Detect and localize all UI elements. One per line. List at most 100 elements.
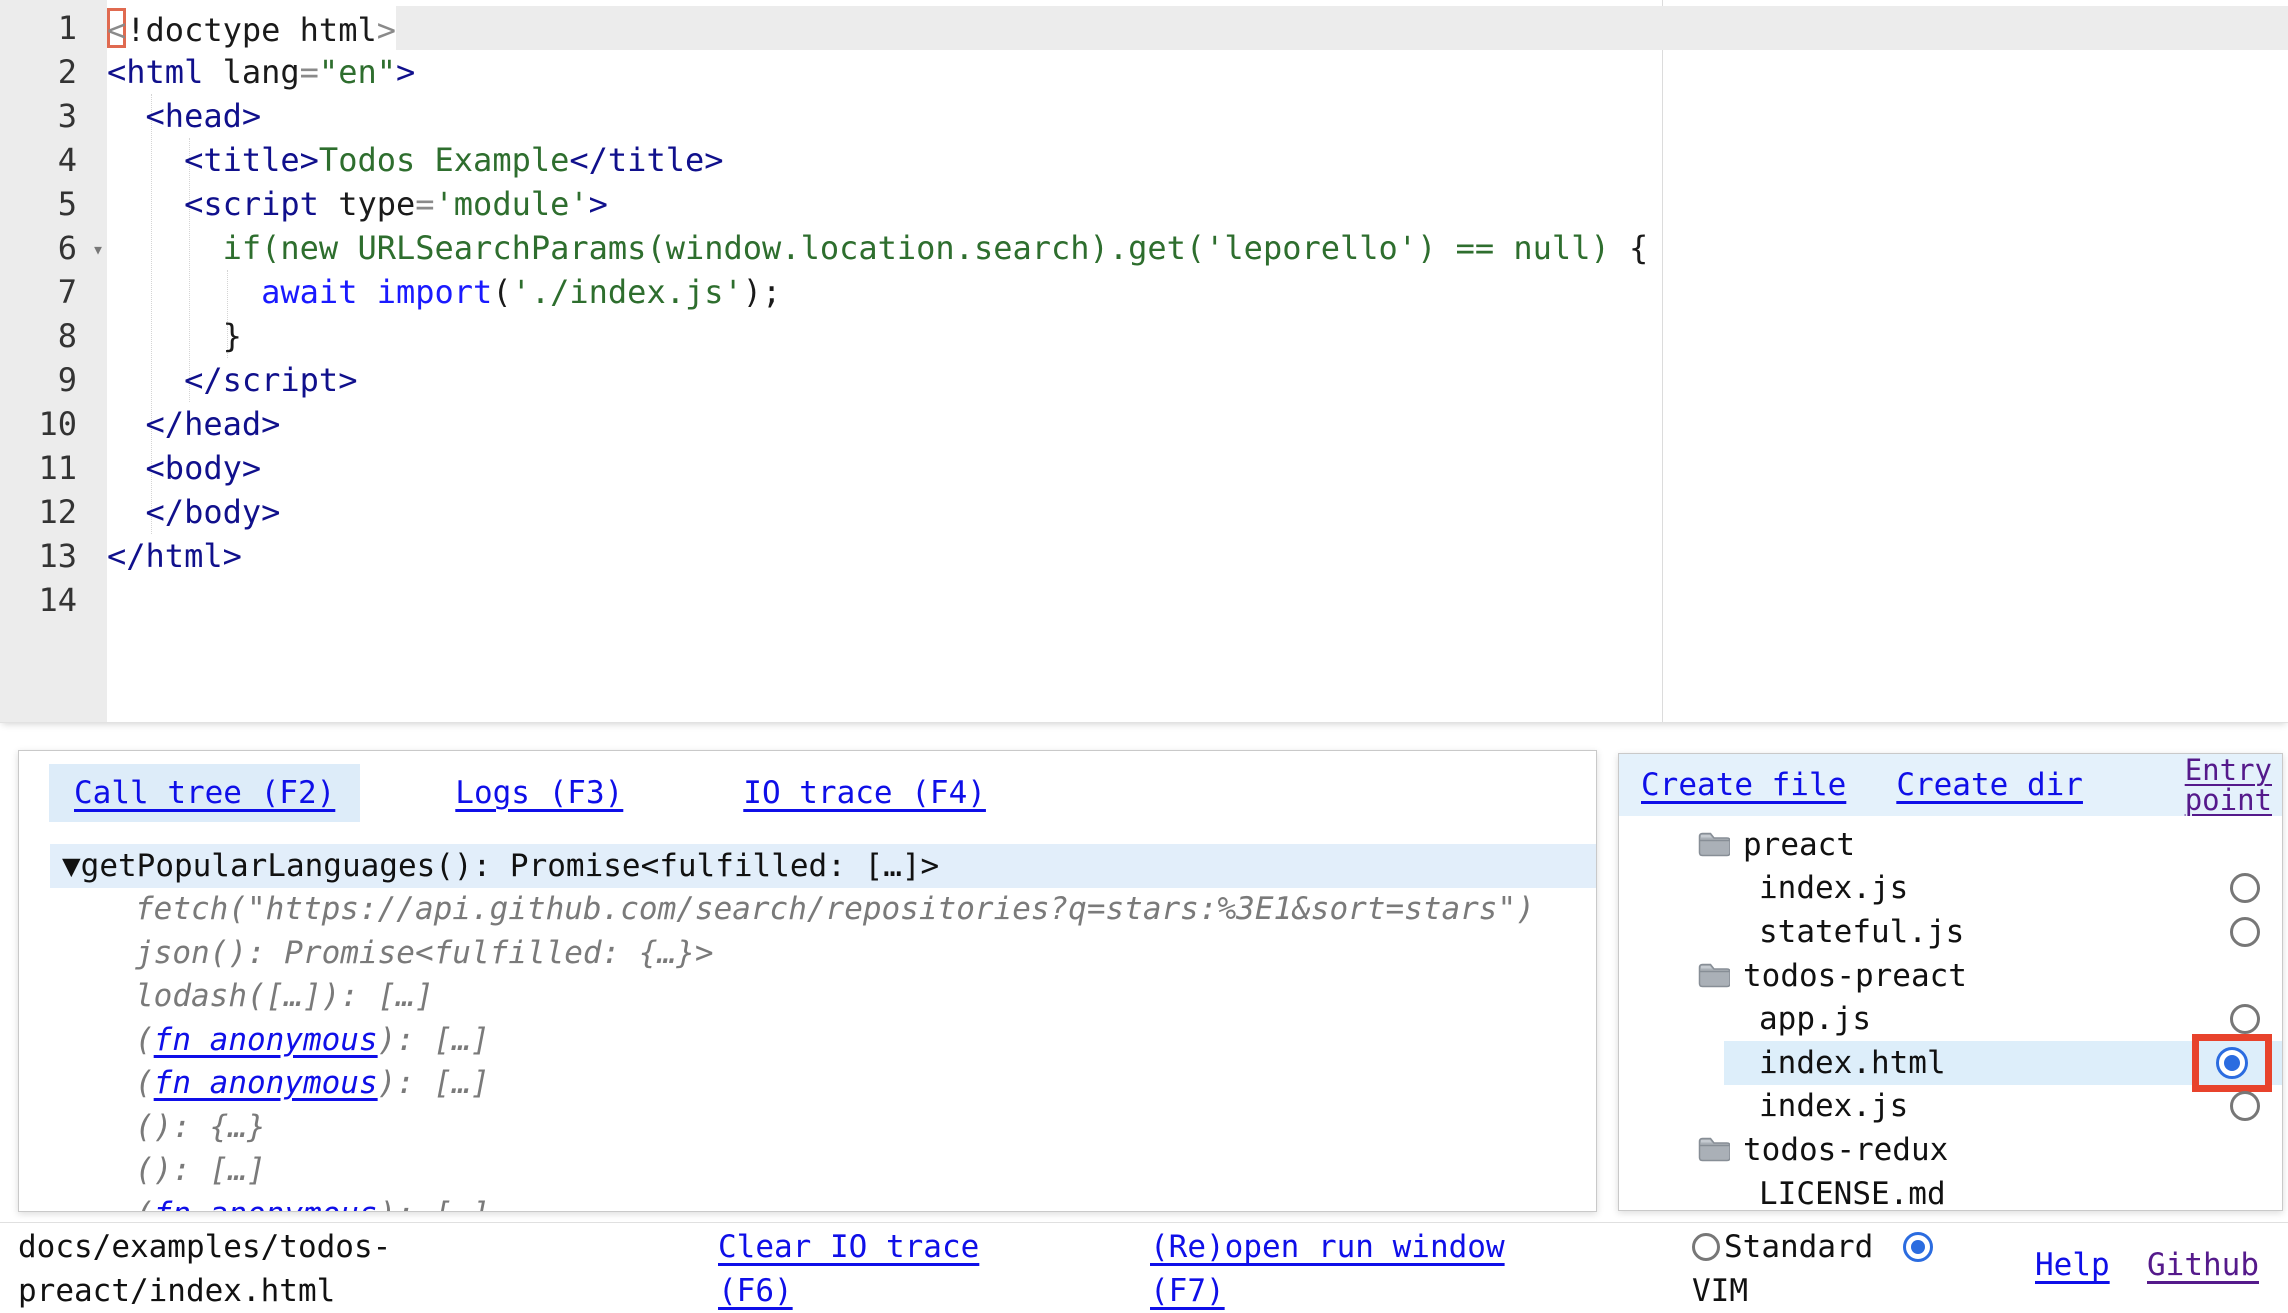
code-line[interactable]: 9 </script> bbox=[0, 358, 2288, 402]
entry-point-radio[interactable] bbox=[2230, 917, 2260, 947]
dir-row-todos-preact[interactable]: todos-preact bbox=[1619, 954, 2282, 998]
call-tree-row[interactable]: lodash([…]): […] bbox=[19, 975, 1596, 1019]
code-token bbox=[357, 273, 376, 311]
code-line[interactable]: 11 <body> bbox=[0, 446, 2288, 490]
code-line[interactable]: 10 </head> bbox=[0, 402, 2288, 446]
reopen-run-window-button[interactable]: (Re)open run window (F7) bbox=[1150, 1225, 1532, 1313]
code-token: <body> bbox=[146, 449, 262, 487]
tab-call-tree-f2[interactable]: Call tree (F2) bbox=[49, 764, 360, 822]
call-tree-row[interactable]: fetch("https://api.github.com/search/rep… bbox=[19, 888, 1596, 932]
code-text: <script type='module'> bbox=[107, 182, 608, 226]
code-token: import bbox=[377, 273, 493, 311]
tab-logs-f3[interactable]: Logs (F3) bbox=[430, 764, 648, 822]
line-number: 5 bbox=[0, 182, 107, 226]
code-token bbox=[107, 185, 184, 223]
code-text: await import('./index.js'); bbox=[107, 270, 781, 314]
call-tree-row[interactable]: (): […] bbox=[19, 1149, 1596, 1193]
code-token: > bbox=[377, 11, 396, 49]
file-name: app.js bbox=[1759, 1001, 1871, 1037]
code-line[interactable]: 4 <title>Todos Example</title> bbox=[0, 138, 2288, 182]
code-line[interactable]: 5 <script type='module'> bbox=[0, 182, 2288, 226]
code-token: !doctype html bbox=[126, 11, 376, 49]
vim-keymap-radio[interactable] bbox=[1903, 1232, 1933, 1262]
dir-row-todos-redux[interactable]: todos-redux bbox=[1619, 1128, 2282, 1172]
fn-anonymous-link[interactable]: fn_anonymous bbox=[154, 1022, 378, 1058]
code-token: </body> bbox=[146, 493, 281, 531]
fold-arrow-icon[interactable]: ▾ bbox=[92, 227, 104, 271]
file-name: index.js bbox=[1759, 870, 1908, 906]
create-dir-link[interactable]: Create dir bbox=[1896, 767, 2083, 803]
file-name: LICENSE.md bbox=[1759, 1176, 1946, 1211]
tab-io-trace-f4[interactable]: IO trace (F4) bbox=[718, 764, 1011, 822]
code-line[interactable]: 13</html> bbox=[0, 534, 2288, 578]
call-tree-row[interactable]: (fn_anonymous): […] bbox=[19, 1019, 1596, 1063]
code-token: </script> bbox=[184, 361, 357, 399]
code-token bbox=[107, 449, 146, 487]
line-number: 4 bbox=[0, 138, 107, 182]
file-name: stateful.js bbox=[1759, 914, 1964, 950]
entry-point-radio[interactable] bbox=[2230, 1004, 2260, 1034]
standard-keymap-label: Standard bbox=[1724, 1225, 1873, 1269]
code-line[interactable]: 12 </body> bbox=[0, 490, 2288, 534]
code-editor[interactable]: 1<!doctype html>2<html lang="en">3 <head… bbox=[0, 0, 2288, 723]
file-name: todos-preact bbox=[1743, 958, 1967, 994]
file-name: index.html bbox=[1759, 1045, 1946, 1081]
entry-point-radio[interactable] bbox=[2230, 1091, 2260, 1121]
clear-io-trace-button[interactable]: Clear IO trace (F6) bbox=[718, 1225, 1018, 1313]
standard-keymap-radio[interactable] bbox=[1692, 1233, 1720, 1261]
code-token: <head> bbox=[146, 97, 262, 135]
code-text: <head> bbox=[107, 94, 261, 138]
entry-point-radio[interactable] bbox=[2230, 873, 2260, 903]
code-text: } bbox=[107, 314, 242, 358]
code-line[interactable]: 7 await import('./index.js'); bbox=[0, 270, 2288, 314]
call-tree-row[interactable]: (fn_anonymous): […] bbox=[19, 1193, 1596, 1213]
code-line[interactable]: 14 bbox=[0, 578, 2288, 622]
call-text: ): […] bbox=[378, 1196, 490, 1213]
code-line[interactable]: 3 <head> bbox=[0, 94, 2288, 138]
code-line[interactable]: 2<html lang="en"> bbox=[0, 50, 2288, 94]
call-tree-row[interactable]: (): {…} bbox=[19, 1106, 1596, 1150]
folder-icon bbox=[1697, 962, 1730, 989]
entry-point-path: docs/examples/todos-preact/index.html bbox=[18, 1225, 413, 1313]
file-row-license-md[interactable]: LICENSE.md bbox=[1619, 1172, 2282, 1211]
code-text: </script> bbox=[107, 358, 357, 402]
code-token: if(new URLSearchParams(window.location.s… bbox=[223, 229, 1629, 267]
file-panel-header: Create file Create dir Entry point bbox=[1619, 754, 2282, 816]
github-link[interactable]: Github bbox=[2147, 1243, 2259, 1287]
fn-anonymous-link[interactable]: fn_anonymous bbox=[154, 1065, 378, 1101]
code-token: ); bbox=[743, 273, 782, 311]
fn-anonymous-link[interactable]: fn_anonymous bbox=[154, 1196, 378, 1213]
call-tree: ▼getPopularLanguages(): Promise<fulfille… bbox=[19, 844, 1596, 1212]
dir-row-preact[interactable]: preact bbox=[1619, 823, 2282, 867]
code-token: 'module' bbox=[435, 185, 589, 223]
file-row-index-js[interactable]: index.js bbox=[1619, 1085, 2282, 1129]
file-row-app-js[interactable]: app.js bbox=[1619, 997, 2282, 1041]
call-tree-row[interactable]: (fn_anonymous): […] bbox=[19, 1062, 1596, 1106]
code-line[interactable]: 8 } bbox=[0, 314, 2288, 358]
help-link[interactable]: Help bbox=[2035, 1243, 2110, 1287]
entry-point-radio[interactable] bbox=[2216, 1047, 2248, 1079]
code-token bbox=[107, 141, 184, 179]
code-token: await bbox=[261, 273, 357, 311]
entry-point-highlight-box bbox=[2192, 1034, 2272, 1092]
call-tree-row[interactable]: json(): Promise<fulfilled: {…}> bbox=[19, 932, 1596, 976]
code-text: <!doctype html> bbox=[107, 6, 396, 50]
code-line[interactable]: 1<!doctype html> bbox=[0, 6, 2288, 50]
call-text: ( bbox=[135, 1065, 154, 1101]
code-token bbox=[107, 361, 184, 399]
file-row-index-html[interactable]: index.html bbox=[1724, 1041, 2282, 1085]
code-token: <html bbox=[107, 53, 203, 91]
keymap-switcher: Standard VIM bbox=[1692, 1225, 1964, 1313]
create-file-link[interactable]: Create file bbox=[1641, 767, 1846, 803]
code-text: <body> bbox=[107, 446, 261, 490]
call-tree-root-row[interactable]: ▼getPopularLanguages(): Promise<fulfille… bbox=[50, 844, 1596, 888]
entry-point-link[interactable]: Entry point bbox=[2152, 755, 2272, 815]
code-token: lang bbox=[223, 53, 300, 91]
folder-icon bbox=[1697, 1136, 1730, 1163]
line-number: 9 bbox=[0, 358, 107, 402]
call-text: (): {…} bbox=[135, 1109, 266, 1145]
code-line[interactable]: 6▾ if(new URLSearchParams(window.locatio… bbox=[0, 226, 2288, 270]
file-row-stateful-js[interactable]: stateful.js bbox=[1619, 910, 2282, 954]
code-text: if(new URLSearchParams(window.location.s… bbox=[107, 226, 1648, 270]
file-row-index-js[interactable]: index.js bbox=[1619, 867, 2282, 911]
